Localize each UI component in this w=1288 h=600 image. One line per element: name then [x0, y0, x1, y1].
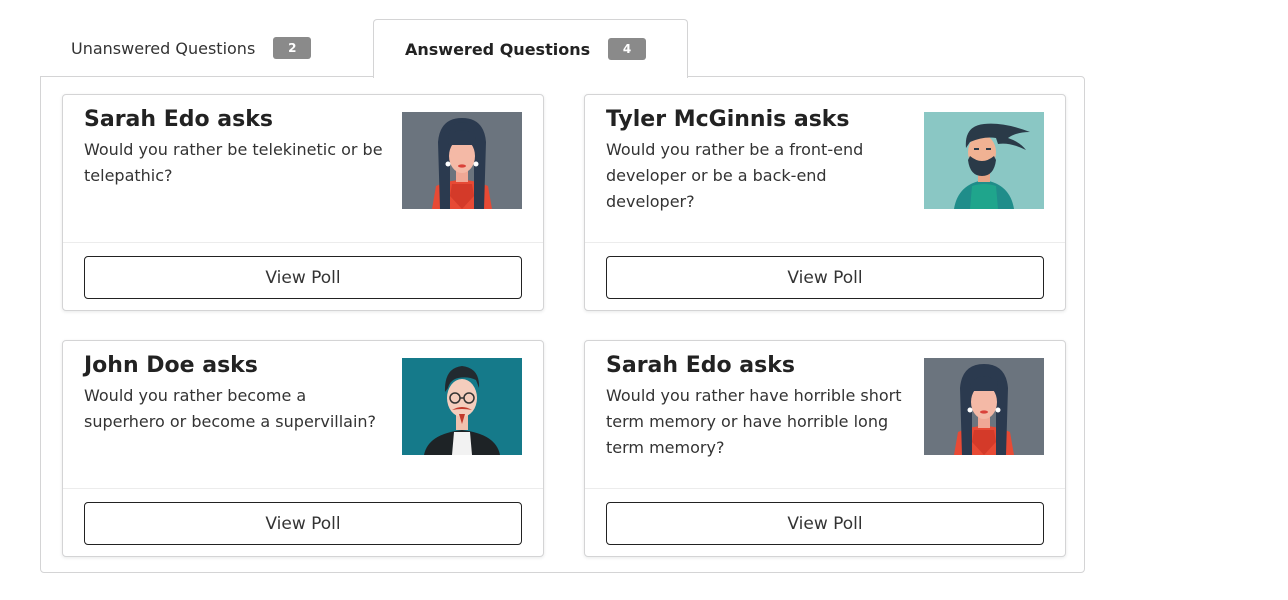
- tab-answered-questions[interactable]: Answered Questions 4: [373, 19, 688, 78]
- count-badge: 4: [608, 38, 647, 60]
- avatar: [402, 112, 522, 209]
- poll-card: Sarah Edo asks Would you rather be telek…: [62, 94, 544, 311]
- poll-card-body: Sarah Edo asks Would you rather have hor…: [585, 341, 1065, 489]
- view-poll-button[interactable]: View Poll: [84, 256, 522, 299]
- tab-label: Answered Questions: [405, 39, 591, 59]
- sarah-edo-avatar-icon: [402, 112, 522, 209]
- avatar: [402, 358, 522, 455]
- poll-question: Would you rather have horrible short ter…: [606, 386, 902, 457]
- avatar: [924, 112, 1044, 209]
- poll-asker: Sarah Edo asks: [606, 353, 795, 378]
- sarah-edo-avatar-icon: [924, 358, 1044, 455]
- poll-question: Would you rather be a front-end develope…: [606, 140, 864, 211]
- poll-card: Tyler McGinnis asks Would you rather be …: [584, 94, 1066, 311]
- tab-label: Unanswered Questions: [71, 38, 256, 58]
- poll-card-body: Tyler McGinnis asks Would you rather be …: [585, 95, 1065, 243]
- poll-asker: Sarah Edo asks: [84, 107, 273, 132]
- count-badge: 2: [273, 37, 312, 59]
- view-poll-button[interactable]: View Poll: [606, 502, 1044, 545]
- tab-unanswered-questions[interactable]: Unanswered Questions 2: [40, 19, 373, 77]
- view-poll-button[interactable]: View Poll: [606, 256, 1044, 299]
- view-poll-button[interactable]: View Poll: [84, 502, 522, 545]
- poll-card-body: Sarah Edo asks Would you rather be telek…: [63, 95, 543, 243]
- poll-card: Sarah Edo asks Would you rather have hor…: [584, 340, 1066, 557]
- poll-card-body: John Doe asks Would you rather become a …: [63, 341, 543, 489]
- tab-content-panel: Sarah Edo asks Would you rather be telek…: [40, 76, 1085, 573]
- tyler-mcginnis-avatar-icon: [924, 112, 1044, 209]
- avatar: [924, 358, 1044, 455]
- poll-question: Would you rather become a superhero or b…: [84, 386, 377, 431]
- poll-question: Would you rather be telekinetic or be te…: [84, 140, 383, 185]
- poll-card: John Doe asks Would you rather become a …: [62, 340, 544, 557]
- poll-asker: Tyler McGinnis asks: [606, 107, 850, 132]
- poll-asker: John Doe asks: [84, 353, 258, 378]
- john-doe-avatar-icon: [402, 358, 522, 455]
